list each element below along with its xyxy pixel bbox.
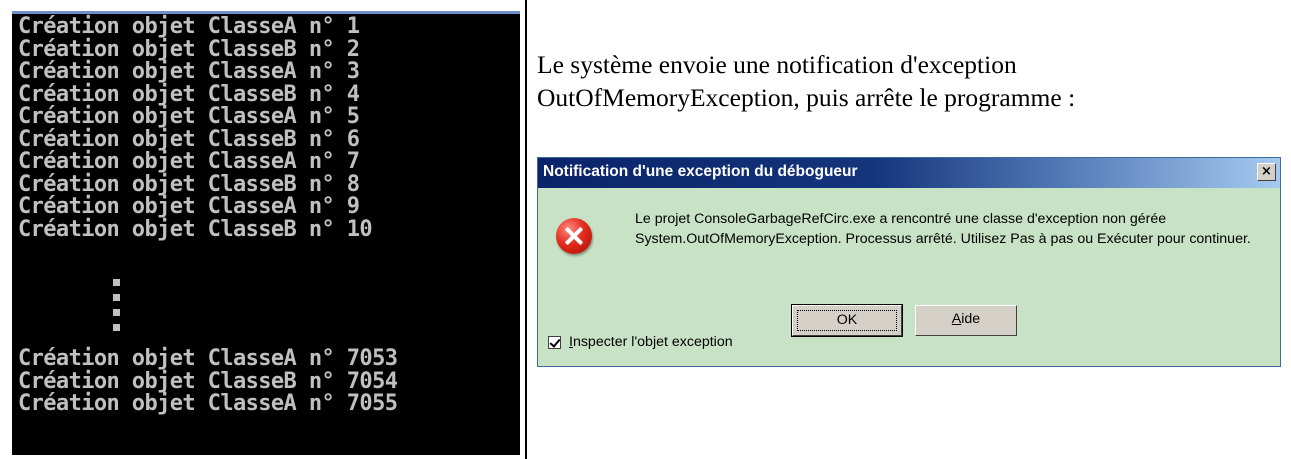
table-divider <box>525 0 527 459</box>
console-line: Création objet ClasseB n° 10 <box>18 216 373 242</box>
console-line: Création objet ClasseB n° 6 <box>18 126 360 152</box>
console-line: Création objet ClasseB n° 4 <box>18 81 360 107</box>
help-button[interactable]: Aide <box>915 305 1017 336</box>
console-output-bottom: Création objet ClasseA n° 7053 Création o… <box>18 346 398 416</box>
ellipsis-dot <box>113 294 120 301</box>
close-icon: × <box>1261 164 1272 179</box>
help-accelerator: A <box>951 311 962 327</box>
close-button[interactable]: × <box>1257 163 1276 181</box>
ellipsis-dot <box>113 324 120 331</box>
checkbox-label: nspecter l'objet exception <box>572 334 733 350</box>
ok-button[interactable]: OK <box>791 304 903 337</box>
console-line: Création objet ClasseA n° 7055 <box>18 391 398 416</box>
console-line: Création objet ClasseA n° 7053 <box>18 346 398 371</box>
console-line: Création objet ClasseB n° 7054 <box>18 368 398 394</box>
console-line: Création objet ClasseA n° 9 <box>18 194 360 219</box>
description-line-2: OutOfMemoryException, puis arrête le pro… <box>537 83 1076 112</box>
inspect-exception-option[interactable]: Inspecter l'objet exception <box>548 334 733 350</box>
description-line-1: Le système envoie une notification d'exc… <box>537 50 1017 79</box>
console-line: Création objet ClasseA n° 7 <box>18 149 360 174</box>
console-output-top: Création objet ClasseA n° 1 Création obje… <box>18 14 373 242</box>
ellipsis-dot <box>113 279 120 286</box>
description-text: Le système envoie une notification d'exc… <box>537 48 1277 114</box>
dialog-title-bar[interactable]: Notification d'une exception du débogueu… <box>538 158 1280 188</box>
ok-button-label: OK <box>797 310 897 331</box>
error-icon <box>556 218 592 254</box>
console-line: Création objet ClasseA n° 1 <box>18 14 360 39</box>
dialog-title: Notification d'une exception du débogueu… <box>543 163 858 180</box>
console-line: Création objet ClasseB n° 8 <box>18 171 360 197</box>
dialog-message: Le projet ConsoleGarbageRefCirc.exe a re… <box>635 211 1251 247</box>
console-line: Création objet ClasseA n° 3 <box>18 59 360 84</box>
help-button-label: ide <box>961 311 981 327</box>
exception-dialog: Notification d'une exception du débogueu… <box>537 157 1281 367</box>
ellipsis-dot <box>113 309 120 316</box>
inspect-exception-checkbox[interactable] <box>548 335 561 349</box>
console-line: Création objet ClasseB n° 2 <box>18 36 360 62</box>
console-line: Création objet ClasseA n° 5 <box>18 104 360 129</box>
